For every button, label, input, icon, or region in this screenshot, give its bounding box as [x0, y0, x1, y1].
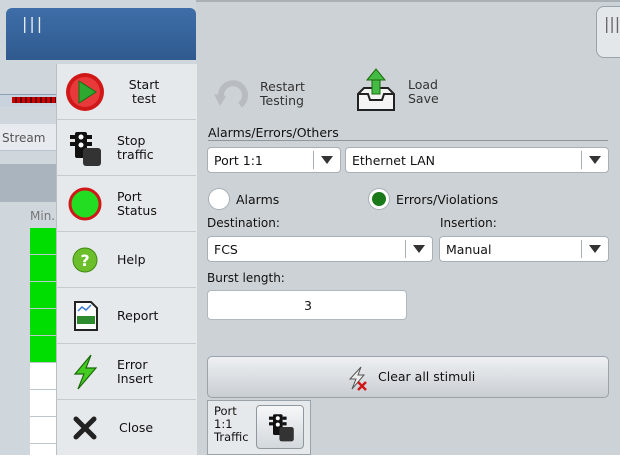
radio-alarms-label: Alarms [236, 192, 280, 207]
svg-text:?: ? [80, 251, 89, 270]
burst-length-input[interactable]: 3 [207, 290, 407, 320]
radio-alarms[interactable] [208, 188, 230, 210]
help-button[interactable]: ? Help [56, 232, 196, 288]
help-icon: ? [72, 247, 98, 273]
background-tab-stream[interactable]: Stream [2, 131, 45, 145]
port-traffic-label-3: Traffic [214, 430, 249, 444]
report-label: Report [117, 308, 159, 323]
insertion-label: Insertion: [440, 216, 497, 230]
load-save-icon [357, 68, 395, 111]
restart-testing-button[interactable]: Restart Testing [210, 72, 320, 116]
grip-icon: ||| [604, 14, 620, 33]
traffic-light-icon [269, 414, 294, 442]
start-play-icon [66, 73, 104, 111]
clear-all-stimuli-button[interactable]: Clear all stimuli [207, 356, 609, 398]
stop-traffic-button[interactable]: Stop traffic [56, 120, 196, 176]
load-save-button[interactable]: Load Save [352, 68, 462, 116]
insertion-select[interactable]: Manual [439, 236, 609, 262]
error-insert-label-1: Error [117, 357, 148, 372]
close-label: Close [119, 420, 154, 435]
traffic-light-icon [70, 132, 101, 166]
burst-length-label: Burst length: [207, 271, 285, 285]
background-column-min: Min. [30, 209, 56, 223]
restart-label-2: Testing [260, 93, 304, 108]
chevron-down-icon [321, 156, 333, 164]
clear-all-stimuli-label: Clear all stimuli [378, 369, 476, 384]
chevron-down-icon [589, 245, 601, 253]
dropdown-separator [405, 240, 406, 258]
chevron-down-icon [413, 245, 425, 253]
port-status-button[interactable]: Port Status [56, 176, 196, 232]
restart-label-1: Restart [260, 79, 305, 94]
report-button[interactable]: Report [56, 288, 196, 344]
group-divider [208, 140, 608, 141]
port-select[interactable]: Port 1:1 [207, 147, 341, 173]
radio-selected-dot [372, 192, 386, 206]
save-label: Save [408, 91, 439, 106]
close-icon [73, 416, 97, 440]
stop-traffic-label-2: traffic [117, 147, 154, 162]
port-status-label-1: Port [117, 189, 142, 204]
stop-traffic-label-1: Stop [117, 133, 146, 148]
dropdown-separator [581, 240, 582, 258]
burst-length-value: 3 [304, 298, 312, 313]
dropdown-separator [313, 151, 314, 169]
close-button[interactable]: Close [56, 400, 196, 455]
interface-select[interactable]: Ethernet LAN [345, 147, 609, 173]
port-status-label-2: Status [117, 203, 157, 218]
port-traffic-button[interactable] [256, 405, 304, 449]
port-select-value: Port 1:1 [214, 153, 263, 168]
help-label: Help [117, 252, 146, 267]
chevron-down-icon [589, 156, 601, 164]
report-icon [74, 301, 98, 331]
interface-select-value: Ethernet LAN [352, 153, 435, 168]
error-insert-label-2: Insert [117, 371, 153, 386]
clear-lightning-icon [348, 366, 367, 391]
radio-errors-violations[interactable] [368, 188, 390, 210]
port-traffic-status[interactable]: Port 1:1 Traffic [207, 400, 311, 455]
destination-label: Destination: [207, 216, 280, 230]
start-test-label-2: test [131, 91, 156, 106]
background-alarm-bar [12, 97, 56, 103]
destination-select-value: FCS [214, 242, 238, 257]
radio-errors-label: Errors/Violations [396, 192, 499, 207]
destination-select[interactable]: FCS [207, 236, 433, 262]
start-test-label-1: Start [128, 77, 160, 92]
start-test-button[interactable]: Start test [56, 64, 196, 120]
port-status-icon [68, 187, 102, 221]
grip-icon: ||| [22, 14, 45, 33]
error-insert-button[interactable]: Error Insert [56, 344, 196, 400]
restart-icon [214, 80, 248, 108]
panel-top-border [196, 0, 620, 2]
background-header-row [0, 164, 60, 202]
dropdown-separator [581, 151, 582, 169]
lightning-icon [73, 354, 98, 390]
insertion-select-value: Manual [446, 242, 492, 257]
alarms-group-title: Alarms/Errors/Others [208, 125, 339, 140]
load-label: Load [408, 77, 438, 92]
